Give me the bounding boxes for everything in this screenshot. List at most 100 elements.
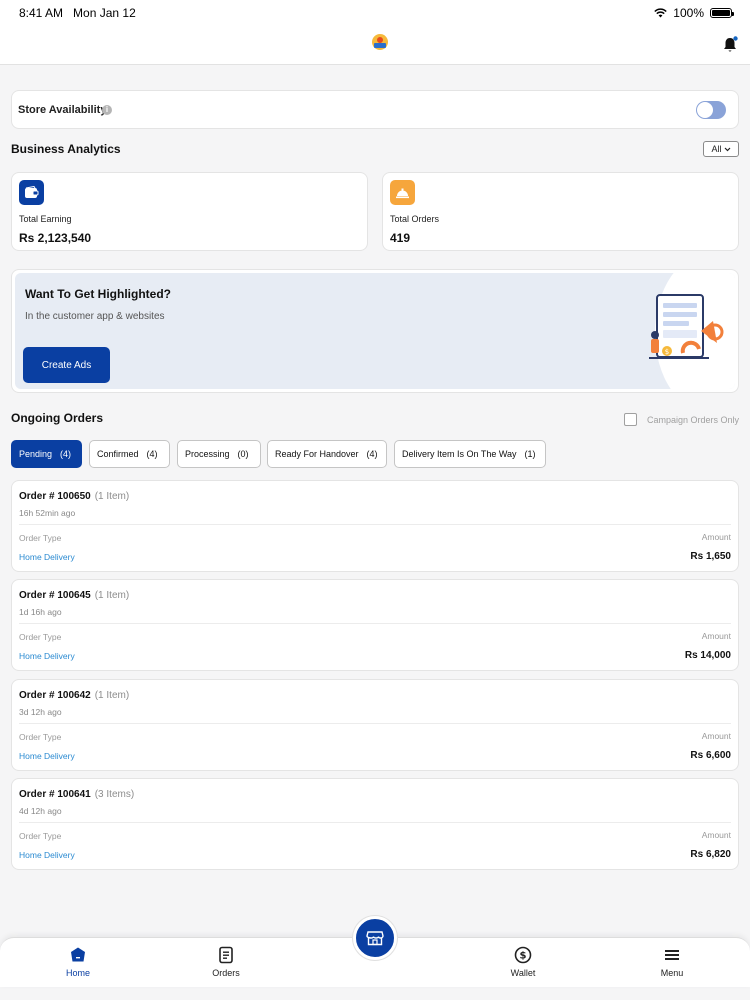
nav-label: Orders — [212, 968, 240, 978]
analytics-filter-dropdown[interactable]: All — [703, 141, 739, 157]
order-type: Home Delivery — [19, 651, 75, 661]
chevron-down-icon — [724, 147, 730, 151]
app-header — [0, 26, 750, 65]
order-title: Order # 100650 (1 Item) — [19, 491, 129, 502]
tab-label: Processing — [185, 449, 230, 459]
order-time: 3d 12h ago — [19, 707, 62, 717]
order-amount: Rs 14,000 — [684, 650, 731, 661]
order-item-count: (1 Item) — [94, 491, 130, 502]
tab-label: Ready For Handover — [275, 449, 359, 459]
order-amount: Rs 6,600 — [690, 750, 731, 761]
divider — [19, 822, 731, 823]
order-number: Order # 100645 — [19, 590, 91, 601]
dollar-coin-icon: $ — [514, 946, 532, 964]
nav-orders[interactable]: Orders — [196, 946, 256, 978]
nav-label: Wallet — [510, 968, 536, 978]
campaign-orders-filter[interactable]: Campaign Orders Only — [623, 413, 739, 426]
tab-count: (4) — [60, 449, 72, 459]
store-logo — [372, 34, 388, 50]
nav-home[interactable]: Home — [48, 946, 108, 978]
order-amount: Rs 6,820 — [690, 849, 731, 860]
order-type-label: Order Type — [19, 732, 62, 742]
total-earning-card: Total Earning Rs 2,123,540 — [11, 172, 368, 251]
order-number: Order # 100642 — [19, 690, 91, 701]
divider — [19, 524, 731, 525]
svg-text:$: $ — [665, 348, 669, 356]
tab-delivery-on-the-way[interactable]: Delivery Item Is On The Way (1) — [394, 440, 546, 468]
order-card[interactable]: Order # 100642 (1 Item) 3d 12h ago Order … — [11, 679, 739, 771]
tab-processing[interactable]: Processing (0) — [177, 440, 261, 468]
filter-value: All — [711, 144, 722, 154]
order-card[interactable]: Order # 100650 (1 Item) 16h 52min ago Ord… — [11, 480, 739, 572]
orders-icon — [219, 946, 233, 964]
order-time: 4d 12h ago — [19, 806, 62, 816]
order-title: Order # 100645 (1 Item) — [19, 590, 129, 601]
order-item-count: (1 Item) — [94, 690, 130, 701]
battery-percent: 100% — [673, 6, 704, 20]
order-time: 16h 52min ago — [19, 508, 76, 518]
store-availability-card: Store Availability i — [11, 90, 739, 129]
nav-wallet[interactable]: $ Wallet — [493, 946, 553, 978]
order-title: Order # 100642 (1 Item) — [19, 690, 129, 701]
order-card[interactable]: Order # 100641 (3 Items) 4d 12h ago Order… — [11, 778, 739, 870]
tab-count: (1) — [524, 449, 536, 459]
tab-count: (4) — [146, 449, 158, 459]
nav-label: Home — [65, 968, 90, 978]
store-availability-toggle[interactable] — [696, 101, 726, 119]
status-bar: 8:41 AM Mon Jan 12 100% — [0, 0, 750, 26]
notification-bell-icon[interactable] — [722, 36, 738, 54]
total-orders-card: Total Orders 419 — [382, 172, 739, 251]
banner-title: Want To Get Highlighted? — [25, 287, 171, 301]
order-card[interactable]: Order # 100645 (1 Item) 1d 16h ago Order … — [11, 579, 739, 671]
svg-text:$: $ — [520, 951, 527, 962]
order-number: Order # 100650 — [19, 491, 91, 502]
tab-label: Confirmed — [97, 449, 139, 459]
order-amount: Rs 1,650 — [690, 551, 731, 562]
amount-label: Amount — [701, 532, 731, 542]
order-title: Order # 100641 (3 Items) — [19, 789, 134, 800]
amount-label: Amount — [701, 830, 731, 840]
tab-label: Pending — [19, 449, 53, 459]
order-type-label: Order Type — [19, 831, 62, 841]
order-type: Home Delivery — [19, 552, 75, 562]
wifi-icon — [654, 8, 668, 18]
order-type: Home Delivery — [19, 850, 75, 860]
tab-confirmed[interactable]: Confirmed (4) — [89, 440, 170, 468]
home-icon — [71, 947, 85, 962]
order-item-count: (3 Items) — [94, 789, 135, 800]
ads-illustration: $ — [649, 294, 724, 359]
divider — [19, 623, 731, 624]
nav-label: Menu — [660, 968, 684, 978]
battery-icon — [710, 8, 734, 18]
order-number: Order # 100641 — [19, 789, 91, 800]
total-orders-value: 419 — [390, 231, 411, 245]
order-item-count: (1 Item) — [94, 590, 130, 601]
wallet-icon — [19, 180, 44, 205]
nav-menu[interactable]: Menu — [642, 946, 702, 978]
status-time: 8:41 AM Mon Jan 12 — [19, 6, 136, 20]
amount-label: Amount — [701, 631, 731, 641]
total-earning-value: Rs 2,123,540 — [19, 231, 92, 245]
banner-inner: Want To Get Highlighted? In the customer… — [15, 273, 735, 389]
info-icon[interactable]: i — [102, 105, 112, 115]
store-fab-button[interactable] — [353, 916, 397, 960]
divider — [19, 723, 731, 724]
tab-count: (4) — [366, 449, 378, 459]
campaign-orders-label: Campaign Orders Only — [646, 414, 739, 425]
tab-ready-for-handover[interactable]: Ready For Handover (4) — [267, 440, 387, 468]
order-type-label: Order Type — [19, 533, 62, 543]
total-orders-label: Total Orders — [390, 214, 440, 224]
tab-pending[interactable]: Pending (4) — [11, 440, 82, 468]
business-analytics-title: Business Analytics — [11, 142, 121, 156]
order-type: Home Delivery — [19, 751, 75, 761]
order-time: 1d 16h ago — [19, 607, 62, 617]
create-ads-button[interactable]: Create Ads — [23, 347, 110, 383]
store-availability-label: Store Availability — [18, 104, 107, 116]
toggle-knob — [697, 102, 713, 118]
service-bell-icon — [390, 180, 415, 205]
banner-subtitle: In the customer app & websites — [25, 311, 165, 322]
hamburger-menu-icon — [665, 950, 679, 960]
amount-label: Amount — [701, 731, 731, 741]
campaign-orders-checkbox[interactable] — [623, 413, 637, 426]
highlight-banner: Want To Get Highlighted? In the customer… — [11, 269, 739, 393]
